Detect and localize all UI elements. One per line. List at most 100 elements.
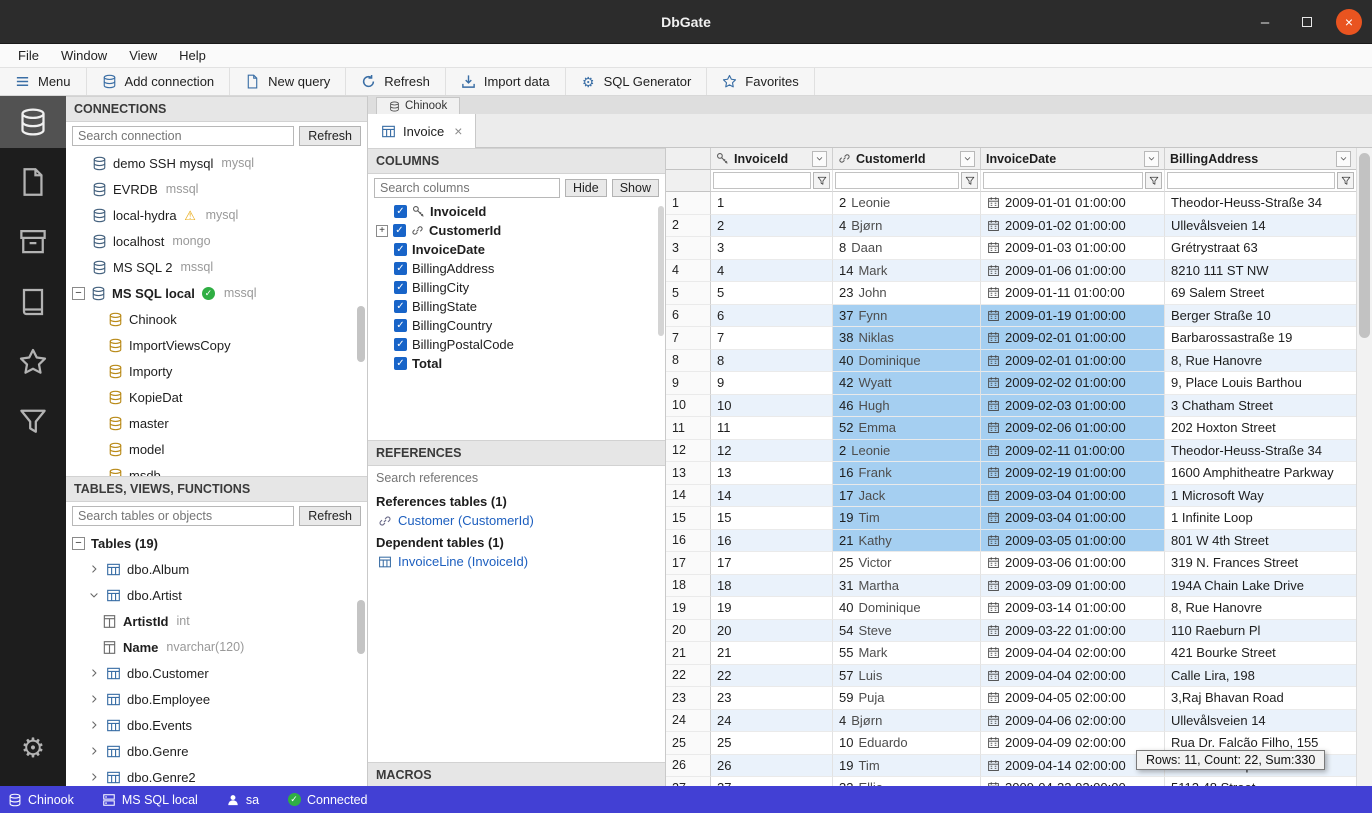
cell-invoiceid[interactable]: 7 [711, 327, 833, 350]
checkbox-billingcity[interactable]: ✓ [394, 281, 407, 294]
cell-invoiceid[interactable]: 11 [711, 417, 833, 440]
table-item-dbo-customer[interactable]: dbo.Customer [66, 660, 367, 686]
row-header-cell[interactable]: 4 [666, 260, 711, 283]
cell-customerid[interactable]: 31Martha [833, 575, 981, 598]
column-header-invoicedate[interactable]: InvoiceDate [981, 148, 1165, 170]
toolbar-refresh-button[interactable]: Refresh [346, 68, 446, 95]
checkbox-billingstate[interactable]: ✓ [394, 300, 407, 313]
cell-billingaddress[interactable]: 194A Chain Lake Drive [1165, 575, 1357, 598]
cell-invoiceid[interactable]: 4 [711, 260, 833, 283]
cell-billingaddress[interactable]: Grétrystraat 63 [1165, 237, 1357, 260]
cell-invoicedate[interactable]: 2009-02-01 01:00:00 [981, 327, 1165, 350]
cell-billingaddress[interactable]: 3,Raj Bhavan Road [1165, 687, 1357, 710]
columns-item-billingcity[interactable]: ✓BillingCity [368, 278, 665, 297]
table-item-dbo-genre2[interactable]: dbo.Genre2 [66, 764, 367, 786]
cell-billingaddress[interactable]: 202 Hoxton Street [1165, 417, 1357, 440]
cell-billingaddress[interactable]: 9, Place Louis Barthou [1165, 372, 1357, 395]
database-item-model[interactable]: model [66, 436, 367, 462]
cell-invoicedate[interactable]: 2009-03-05 01:00:00 [981, 530, 1165, 553]
row-header-cell[interactable]: 24 [666, 710, 711, 733]
table-item-dbo-employee[interactable]: dbo.Employee [66, 686, 367, 712]
cell-invoiceid[interactable]: 25 [711, 732, 833, 755]
columns-item-customerid[interactable]: +✓CustomerId [368, 221, 665, 240]
grid-scrollbar-thumb[interactable] [1359, 153, 1370, 338]
filter-button-invoiceid[interactable] [813, 172, 830, 189]
statusbar-item-connection[interactable]: MS SQL local [102, 793, 198, 807]
cell-invoicedate[interactable]: 2009-03-22 01:00:00 [981, 620, 1165, 643]
table-item-dbo-album[interactable]: dbo.Album [66, 556, 367, 582]
connections-refresh-button[interactable]: Refresh [299, 126, 361, 146]
row-header-cell[interactable]: 14 [666, 485, 711, 508]
chevron-right-icon[interactable] [88, 667, 100, 679]
connections-scrollbar-thumb[interactable] [357, 306, 365, 362]
database-item-msdb[interactable]: msdb [66, 462, 367, 476]
columns-search-input[interactable] [374, 178, 560, 198]
cell-billingaddress[interactable]: 8, Rue Hanovre [1165, 350, 1357, 373]
row-header-cell[interactable]: 15 [666, 507, 711, 530]
cell-billingaddress[interactable]: 319 N. Frances Street [1165, 552, 1357, 575]
cell-invoiceid[interactable]: 1 [711, 192, 833, 215]
row-header-cell[interactable]: 12 [666, 440, 711, 463]
cell-customerid[interactable]: 40Dominique [833, 350, 981, 373]
cell-customerid[interactable]: 52Emma [833, 417, 981, 440]
rail-history-button[interactable] [0, 276, 66, 328]
statusbar-item-database[interactable]: Chinook [8, 793, 74, 807]
cell-customerid[interactable]: 37Fynn [833, 305, 981, 328]
connection-item-localhost[interactable]: localhostmongo [66, 228, 367, 254]
cell-invoicedate[interactable]: 2009-03-04 01:00:00 [981, 507, 1165, 530]
tab-close-icon[interactable]: × [454, 123, 462, 139]
row-header-cell[interactable]: 20 [666, 620, 711, 643]
tab-group-chinook[interactable]: Chinook [376, 97, 460, 114]
chevron-right-icon[interactable] [88, 563, 100, 575]
cell-billingaddress[interactable]: Calle Lira, 198 [1165, 665, 1357, 688]
cell-customerid[interactable]: 17Jack [833, 485, 981, 508]
connection-item-ms-sql-local[interactable]: −MS SQL local✓mssql [66, 280, 367, 306]
checkbox-billingaddress[interactable]: ✓ [394, 262, 407, 275]
cell-customerid[interactable]: 40Dominique [833, 597, 981, 620]
reference-link-invoiceline-invoiceid[interactable]: InvoiceLine (InvoiceId) [368, 552, 665, 572]
cell-invoiceid[interactable]: 24 [711, 710, 833, 733]
menu-file[interactable]: File [8, 46, 49, 65]
cell-customerid[interactable]: 19Tim [833, 507, 981, 530]
cell-billingaddress[interactable]: 8210 111 ST NW [1165, 260, 1357, 283]
cell-billingaddress[interactable]: Ullevålsveien 14 [1165, 710, 1357, 733]
rail-archive-button[interactable] [0, 216, 66, 268]
cell-customerid[interactable]: 33Ellie [833, 777, 981, 786]
column-menu-button[interactable] [1144, 151, 1159, 167]
cell-invoiceid[interactable]: 8 [711, 350, 833, 373]
columns-item-billingpostalcode[interactable]: ✓BillingPostalCode [368, 335, 665, 354]
rail-filters-button[interactable] [0, 396, 66, 448]
cell-customerid[interactable]: 54Steve [833, 620, 981, 643]
database-item-master[interactable]: master [66, 410, 367, 436]
filter-input-billingaddress[interactable] [1167, 172, 1335, 189]
connection-item-evrdb[interactable]: EVRDBmssql [66, 176, 367, 202]
cell-invoicedate[interactable]: 2009-04-06 02:00:00 [981, 710, 1165, 733]
statusbar-item-user[interactable]: sa [226, 793, 259, 807]
column-menu-button[interactable] [960, 151, 975, 167]
columns-item-billingaddress[interactable]: ✓BillingAddress [368, 259, 665, 278]
filter-button-customerid[interactable] [961, 172, 978, 189]
cell-customerid[interactable]: 4Bjørn [833, 710, 981, 733]
cell-customerid[interactable]: 57Luis [833, 665, 981, 688]
column-menu-button[interactable] [1336, 151, 1351, 167]
cell-customerid[interactable]: 25Victor [833, 552, 981, 575]
cell-billingaddress[interactable]: Ullevålsveien 14 [1165, 215, 1357, 238]
column-header-invoiceid[interactable]: InvoiceId [711, 148, 833, 170]
columns-item-invoiceid[interactable]: ✓InvoiceId [368, 202, 665, 221]
row-header-cell[interactable]: 6 [666, 305, 711, 328]
table-item-dbo-events[interactable]: dbo.Events [66, 712, 367, 738]
row-header-cell[interactable]: 5 [666, 282, 711, 305]
connections-search-input[interactable] [72, 126, 294, 146]
tables-search-input[interactable] [72, 506, 294, 526]
cell-customerid[interactable]: 19Tim [833, 755, 981, 778]
cell-invoicedate[interactable]: 2009-02-01 01:00:00 [981, 350, 1165, 373]
columns-item-invoicedate[interactable]: ✓InvoiceDate [368, 240, 665, 259]
cell-billingaddress[interactable]: 8, Rue Hanovre [1165, 597, 1357, 620]
row-header-cell[interactable]: 10 [666, 395, 711, 418]
column-item-artistid[interactable]: ArtistIdint [66, 608, 367, 634]
row-header-cell[interactable]: 17 [666, 552, 711, 575]
columns-item-total[interactable]: ✓Total [368, 354, 665, 373]
row-header-cell[interactable]: 25 [666, 732, 711, 755]
statusbar-item-status[interactable]: ✓Connected [287, 793, 367, 807]
show-button[interactable]: Show [612, 179, 659, 197]
